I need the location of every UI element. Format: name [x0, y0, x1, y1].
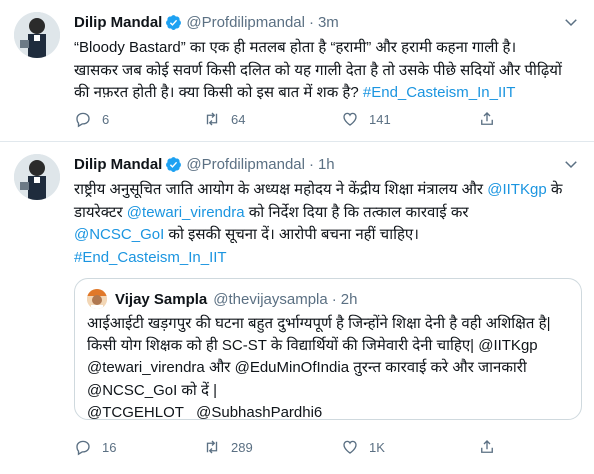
- avatar[interactable]: [14, 12, 60, 58]
- author-name[interactable]: Dilip Mandal: [74, 14, 162, 31]
- reply-count: 6: [102, 111, 110, 127]
- like-count: 141: [369, 111, 391, 127]
- tweet-line: डायरेक्टर @tewari_virendra को निर्देश दि…: [74, 202, 582, 225]
- tweet-line-text: को इसकी सूचना दें। आरोपी बचना नहीं चाहिए…: [168, 226, 419, 243]
- tweet-header: Dilip Mandal @Profdilipmandal · 3m: [74, 12, 339, 32]
- tweet-line: @NCSC_GoI को इसकी सूचना दें। आरोपी बचना …: [74, 224, 582, 247]
- quoted-author-name: Vijay Sampla: [115, 290, 208, 308]
- quoted-avatar[interactable]: [87, 289, 107, 309]
- reply-icon: [76, 112, 90, 128]
- hashtag-link[interactable]: #End_Casteism_In_IIT: [74, 249, 227, 266]
- mention-link[interactable]: @tewari_virendra: [127, 204, 245, 221]
- mention-link[interactable]: @IITKgp: [487, 181, 546, 198]
- action-bar: 6 64 141: [74, 110, 554, 130]
- verified-badge-icon: [166, 156, 182, 172]
- author-name[interactable]: Dilip Mandal: [74, 156, 162, 173]
- timestamp[interactable]: 3m: [318, 14, 339, 31]
- tweet-line: खासकर जब कोई सवर्ण किसी दलित को यह गाली …: [74, 61, 562, 79]
- tweet-line-text: राष्ट्रीय अनुसूचित जाति आयोग के अध्यक्ष …: [74, 181, 484, 198]
- like-icon: [343, 112, 357, 126]
- like-button[interactable]: 141: [341, 110, 391, 128]
- quoted-line: आईआईटी खड़गपुर की घटना बहुत दुर्भाग्यपूर…: [87, 315, 551, 332]
- tweet-line-text: डायरेक्टर: [74, 203, 123, 221]
- retweet-count: 289: [231, 439, 253, 455]
- separator-dot: ·: [308, 13, 314, 31]
- avatar[interactable]: [14, 154, 60, 200]
- retweet-button[interactable]: 64: [203, 110, 245, 128]
- tweet-card[interactable]: Dilip Mandal @Profdilipmandal · 1h राष्ट…: [0, 142, 594, 474]
- hashtag-link[interactable]: #End_Casteism_In_IIT: [363, 84, 516, 101]
- reply-count: 16: [102, 439, 117, 455]
- like-icon: [343, 440, 357, 454]
- tweet-line: “Bloody Bastard” का एक ही मतलब होता है “…: [74, 39, 517, 56]
- quoted-line: किसी योग शिक्षक को ही SC-ST के विद्यार्थ…: [87, 337, 538, 355]
- retweet-icon: [206, 112, 218, 126]
- reply-button[interactable]: 16: [74, 438, 116, 456]
- tweet-card[interactable]: Dilip Mandal @Profdilipmandal · 3m “Bloo…: [0, 0, 594, 142]
- tweet-line: राष्ट्रीय अनुसूचित जाति आयोग के अध्यक्ष …: [74, 179, 582, 202]
- quoted-line: @tewari_virendra और @EduMinOfIndia तुरन्…: [87, 359, 527, 377]
- timestamp[interactable]: 1h: [318, 156, 335, 173]
- retweet-button[interactable]: 289: [203, 438, 253, 456]
- quoted-line: @NCSC_GoI को दें |: [87, 381, 218, 399]
- verified-badge-icon: [166, 14, 182, 30]
- quoted-timestamp: 2h: [340, 290, 358, 308]
- separator-dot: ·: [308, 155, 314, 173]
- share-icon: [481, 112, 493, 125]
- tweet-line: की नफ़रत होती है। क्या किसी को इस बात मे…: [74, 82, 582, 105]
- tweet-line-text: की नफ़रत होती है। क्या किसी को इस बात मे…: [74, 84, 359, 101]
- tweet-text: राष्ट्रीय अनुसूचित जाति आयोग के अध्यक्ष …: [74, 179, 582, 269]
- mention-link[interactable]: @NCSC_GoI: [74, 226, 164, 243]
- like-count: 1K: [369, 439, 385, 455]
- chevron-down-icon[interactable]: [562, 155, 580, 173]
- tweet-line-text: के: [550, 181, 563, 198]
- tweet-line: #End_Casteism_In_IIT: [74, 247, 582, 270]
- tweet-text: “Bloody Bastard” का एक ही मतलब होता है “…: [74, 37, 582, 105]
- retweet-icon: [206, 440, 218, 454]
- quoted-line: @TCGEHLOT @SubhashPardhi6: [87, 403, 323, 421]
- quoted-text: आईआईटी खड़गपुर की घटना बहुत दुर्भाग्यपूर…: [87, 313, 575, 424]
- chevron-down-icon[interactable]: [562, 13, 580, 31]
- author-handle[interactable]: @Profdilipmandal: [186, 156, 305, 173]
- tweet-line-text: को निर्देश दिया है कि तत्काल कारवाई कर: [248, 203, 469, 221]
- share-icon: [481, 440, 493, 453]
- quoted-header: Vijay Sampla @thevijaysampla · 2h: [115, 289, 357, 309]
- share-button[interactable]: [478, 110, 506, 128]
- quoted-author-handle: @thevijaysampla: [213, 290, 328, 308]
- quoted-tweet[interactable]: Vijay Sampla @thevijaysampla · 2h आईआईटी…: [74, 278, 582, 421]
- reply-button[interactable]: 6: [74, 110, 109, 128]
- author-handle[interactable]: @Profdilipmandal: [186, 14, 305, 31]
- separator-dot: ·: [331, 290, 337, 308]
- share-button[interactable]: [478, 438, 506, 456]
- action-bar: 16 289 1K: [74, 438, 554, 458]
- tweet-header: Dilip Mandal @Profdilipmandal · 1h: [74, 154, 335, 174]
- retweet-count: 64: [231, 111, 246, 127]
- reply-icon: [76, 440, 90, 456]
- like-button[interactable]: 1K: [341, 438, 385, 456]
